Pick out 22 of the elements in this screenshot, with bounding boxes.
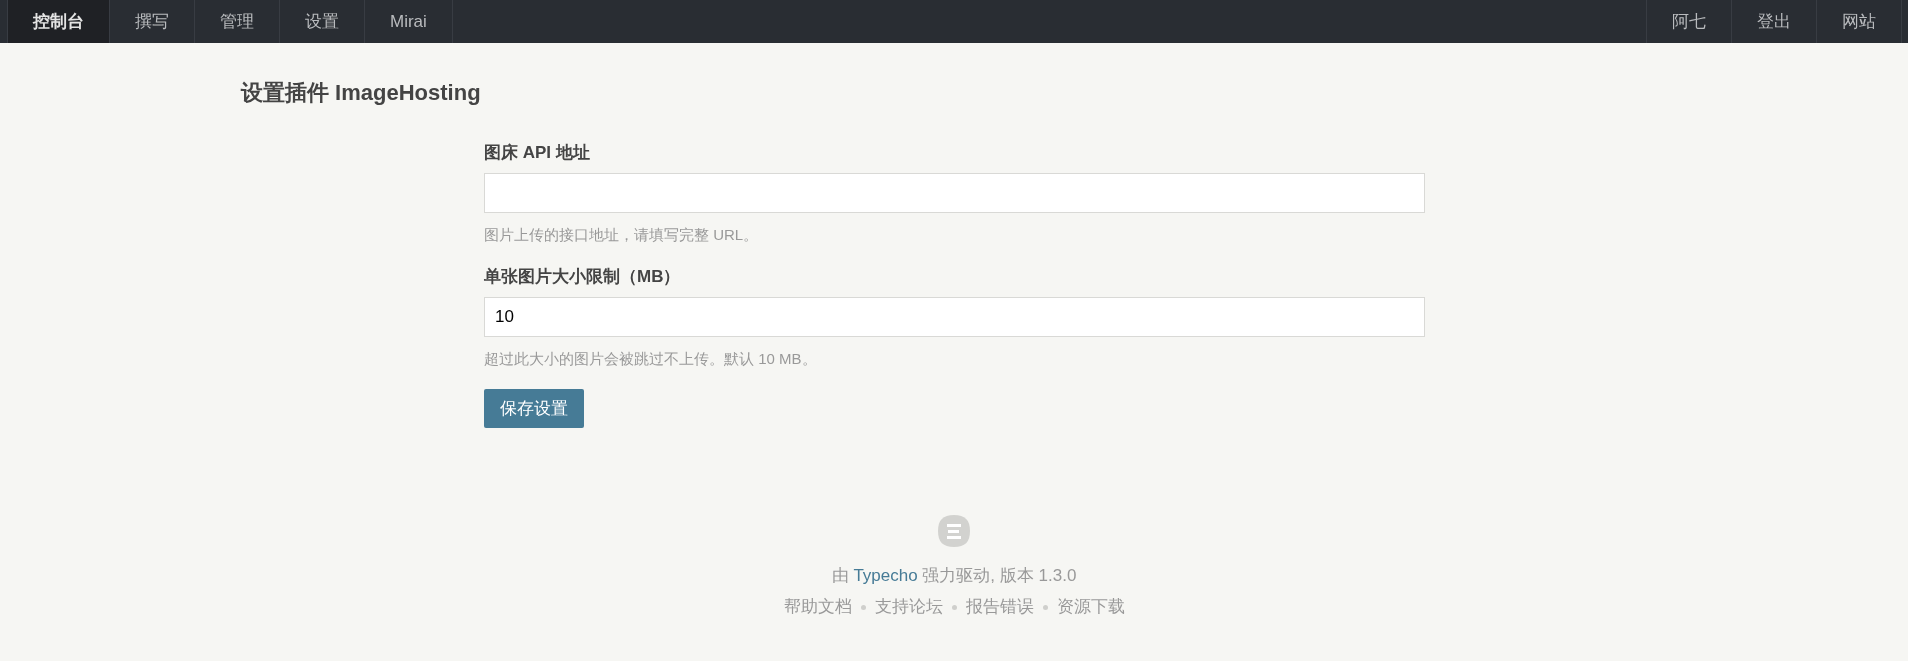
field-description: 超过此大小的图片会被跳过不上传。默认 10 MB。 [484,349,817,369]
typecho-link[interactable]: Typecho [853,566,918,585]
nav-tab[interactable]: Mirai [365,0,453,43]
input-field[interactable] [484,173,1425,213]
nav-tab[interactable]: 管理 [195,0,280,43]
separator-dot-icon [860,604,866,610]
separator-dot-icon [951,604,957,610]
nav-link[interactable]: 网站 [1817,0,1902,43]
footer-credit: 由 Typecho 强力驱动, 版本 1.3.0 [831,565,1077,587]
logo-icon [938,515,970,547]
nav-link[interactable]: 阿七 [1646,0,1732,43]
nav-tab[interactable]: 控制台 [7,0,110,43]
input-field[interactable]: 10 [484,297,1425,337]
field-description: 图片上传的接口地址，请填写完整 URL。 [484,225,759,245]
nav-link[interactable]: 登出 [1732,0,1817,43]
field-label: 单张图片大小限制（MB） [484,266,681,288]
nav-tab[interactable]: 撰写 [110,0,195,43]
save-button[interactable]: 保存设置 [484,389,584,428]
nav-tab[interactable]: 设置 [280,0,365,43]
separator-dot-icon [1042,604,1048,610]
field-label: 图床 API 地址 [484,142,590,164]
page-title: 设置插件 ImageHosting [241,79,481,107]
